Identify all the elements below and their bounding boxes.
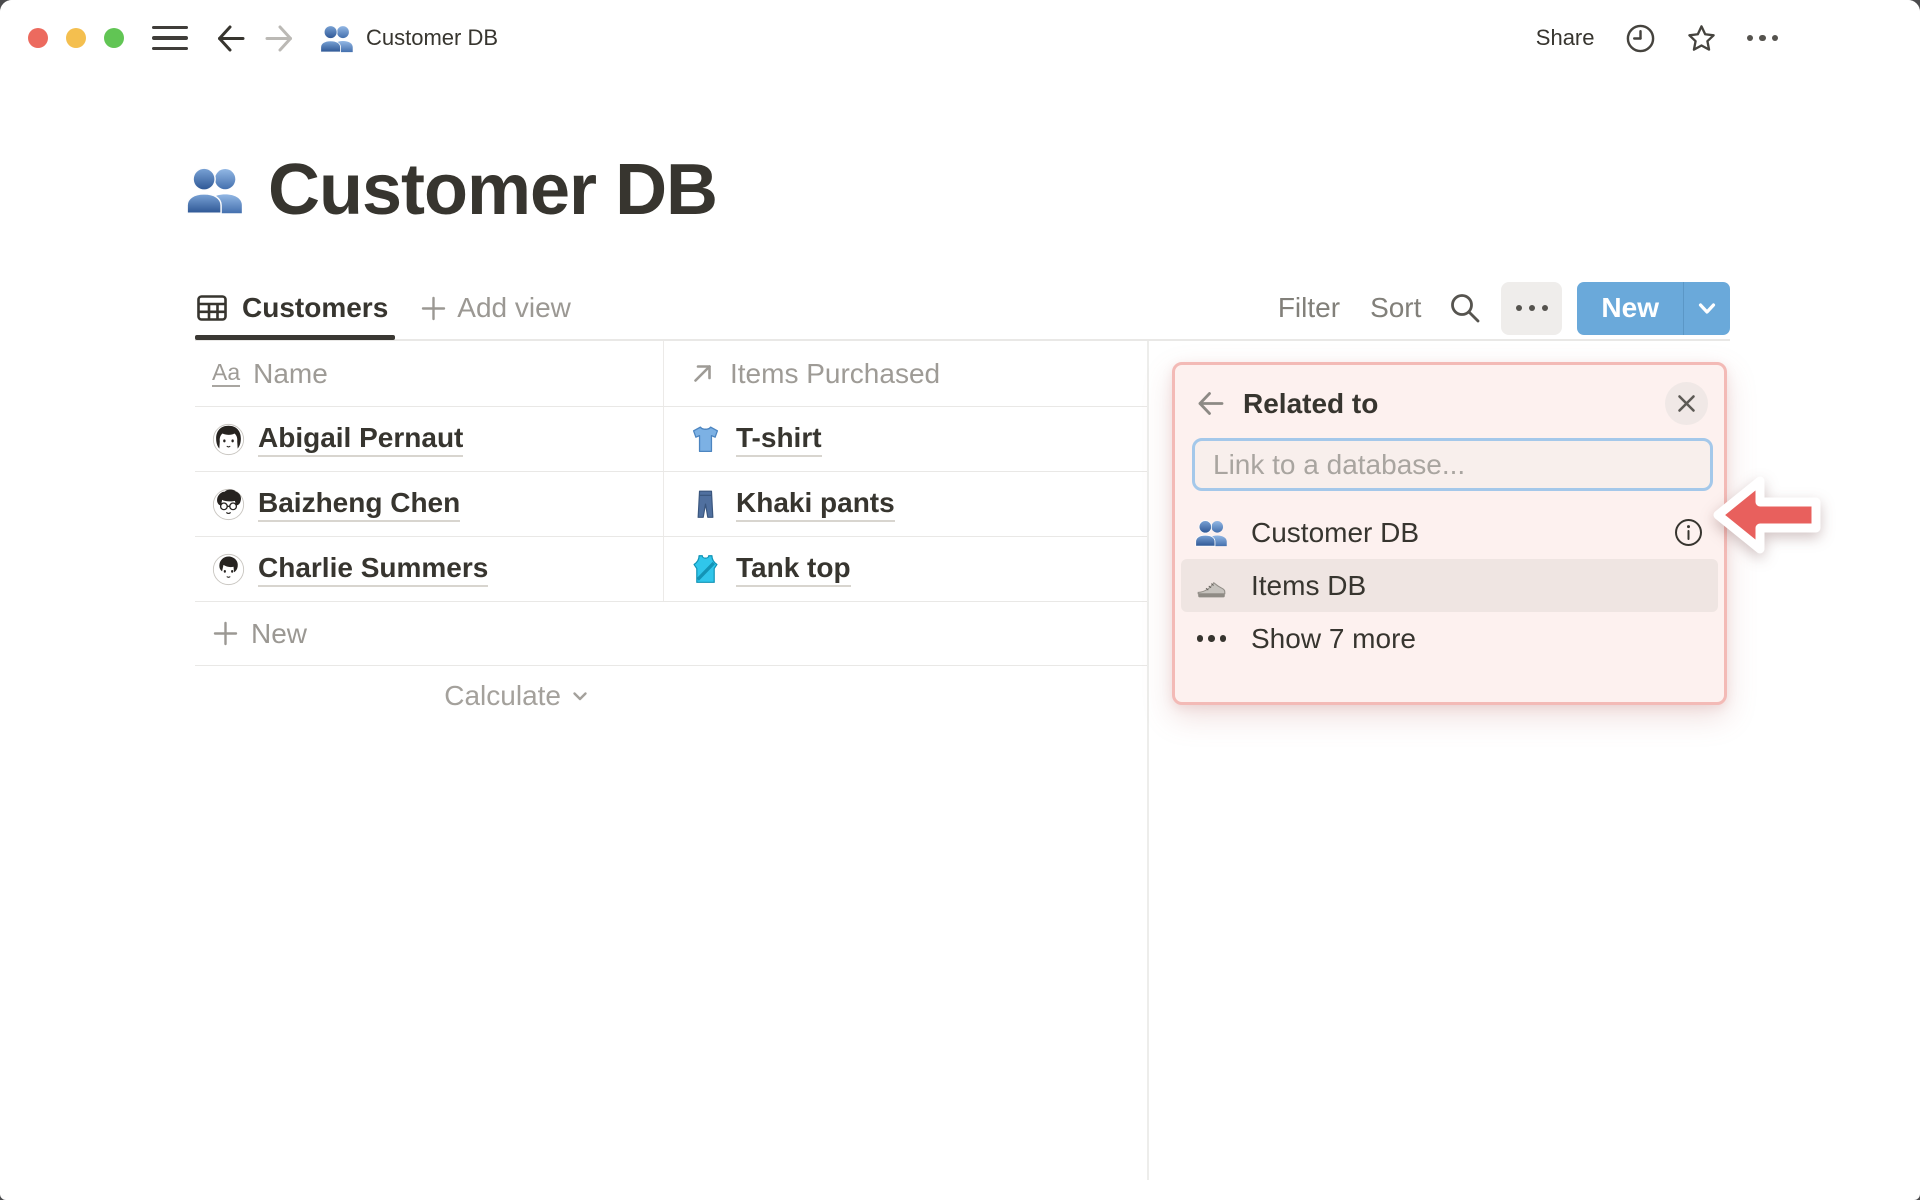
chevron-down-icon <box>1698 303 1716 314</box>
jeans-icon <box>697 490 714 518</box>
sort-button[interactable]: Sort <box>1370 292 1421 324</box>
option-label: Items DB <box>1251 569 1367 601</box>
name-cell[interactable]: Abigail Pernaut <box>195 407 663 471</box>
chevron-down-icon <box>573 692 587 701</box>
record-link[interactable]: Baizheng Chen <box>258 487 461 522</box>
plus-icon <box>422 296 446 320</box>
traffic-lights <box>28 28 124 48</box>
new-row-label: New <box>251 617 308 649</box>
link-database-input[interactable] <box>1192 438 1713 491</box>
plus-icon <box>213 621 238 646</box>
option-customer-db[interactable]: Customer DB <box>1181 506 1718 559</box>
info-icon[interactable] <box>1673 517 1704 548</box>
view-toolbar: Filter Sort New <box>1248 281 1730 335</box>
active-tab-underline <box>195 335 395 340</box>
new-dropdown-button[interactable] <box>1683 281 1730 335</box>
people-icon <box>1195 519 1227 547</box>
record-link[interactable]: Abigail Pernaut <box>258 422 464 457</box>
history-clock-icon[interactable] <box>1625 23 1656 54</box>
view-bar: Customers Add view Filter Sort New <box>195 279 1730 337</box>
new-button-label[interactable]: New <box>1577 282 1683 335</box>
people-icon <box>320 24 353 53</box>
view-more-options-button[interactable] <box>1501 281 1563 335</box>
new-record-button: New <box>1577 281 1730 335</box>
item-link[interactable]: T-shirt <box>736 422 822 457</box>
topbar-actions: Share <box>1536 23 1920 54</box>
database-options-list: Customer DB Items DB Show 7 more <box>1175 506 1724 665</box>
share-button[interactable]: Share <box>1536 25 1595 51</box>
back-arrow-icon[interactable] <box>214 22 247 55</box>
tab-label: Customers <box>242 292 389 323</box>
table-header-row: Aa Name Items Purchased <box>195 341 1147 407</box>
popup-header: Related to <box>1175 365 1724 425</box>
table-row: Abigail Pernaut T-shirt <box>195 407 1147 472</box>
add-view-label: Add view <box>457 292 571 323</box>
calculate-button[interactable]: Calculate <box>195 680 663 712</box>
customers-table: Aa Name Items Purchased Abigail Pernaut … <box>195 341 1147 726</box>
table-right-border <box>1147 341 1149 1180</box>
text-property-icon: Aa <box>212 359 241 387</box>
close-button[interactable] <box>1665 382 1708 425</box>
sneaker-icon <box>1197 581 1226 598</box>
close-icon <box>1678 395 1695 412</box>
search-icon[interactable] <box>1447 290 1483 326</box>
tshirt-icon <box>692 425 719 452</box>
filter-button[interactable]: Filter <box>1278 292 1340 324</box>
avatar <box>212 553 245 585</box>
sidebar-menu-icon[interactable] <box>152 25 188 51</box>
show-more-button[interactable]: Show 7 more <box>1181 612 1718 665</box>
favorite-star-icon[interactable] <box>1686 23 1717 54</box>
window-topbar: Customer DB Share <box>0 0 1920 76</box>
table-row: Charlie Summers Tank top <box>195 537 1147 602</box>
close-window-button[interactable] <box>28 28 48 48</box>
name-cell[interactable]: Baizheng Chen <box>195 472 663 536</box>
page-title-block: Customer DB <box>186 148 718 232</box>
item-link[interactable]: Khaki pants <box>736 487 895 522</box>
avatar <box>212 423 245 455</box>
items-cell[interactable]: Tank top <box>663 537 1147 601</box>
tab-customers[interactable]: Customers <box>195 291 388 325</box>
back-arrow-icon[interactable] <box>1195 388 1226 419</box>
notion-window: Customer DB Share Customer DB Customers … <box>0 0 1920 1200</box>
record-link[interactable]: Charlie Summers <box>258 552 489 587</box>
table-row: Baizheng Chen Khaki pants <box>195 472 1147 537</box>
minimize-window-button[interactable] <box>66 28 86 48</box>
option-items-db[interactable]: Items DB <box>1181 559 1718 612</box>
people-icon[interactable] <box>186 165 244 215</box>
item-link[interactable]: Tank top <box>736 552 851 587</box>
breadcrumb-title: Customer DB <box>366 25 499 50</box>
breadcrumb[interactable]: Customer DB <box>320 24 498 53</box>
add-view-button[interactable]: Add view <box>420 292 571 324</box>
column-label: Items Purchased <box>730 357 941 389</box>
more-options-icon[interactable] <box>1746 23 1778 54</box>
calculate-label: Calculate <box>444 680 561 711</box>
items-cell[interactable]: T-shirt <box>663 407 1147 471</box>
table-footer: Calculate <box>195 666 1147 726</box>
forward-arrow-icon[interactable] <box>263 22 296 55</box>
option-label: Show 7 more <box>1251 622 1416 654</box>
option-label: Customer DB <box>1251 516 1420 548</box>
zoom-window-button[interactable] <box>104 28 124 48</box>
column-header-items-purchased[interactable]: Items Purchased <box>663 341 1147 406</box>
table-view-icon <box>197 295 227 321</box>
relation-arrow-icon <box>694 365 711 382</box>
more-dots-icon <box>1196 635 1227 642</box>
page-title[interactable]: Customer DB <box>268 148 718 232</box>
name-cell[interactable]: Charlie Summers <box>195 537 663 601</box>
column-header-name[interactable]: Aa Name <box>195 358 663 390</box>
column-label: Name <box>253 357 328 389</box>
tank-top-icon <box>693 554 718 583</box>
avatar <box>212 488 245 520</box>
items-cell[interactable]: Khaki pants <box>663 472 1147 536</box>
popup-title: Related to <box>1243 387 1379 419</box>
new-row-button[interactable]: New <box>195 602 1147 666</box>
related-to-popup: Related to Customer DB Items DB Show 7 m… <box>1172 362 1727 705</box>
